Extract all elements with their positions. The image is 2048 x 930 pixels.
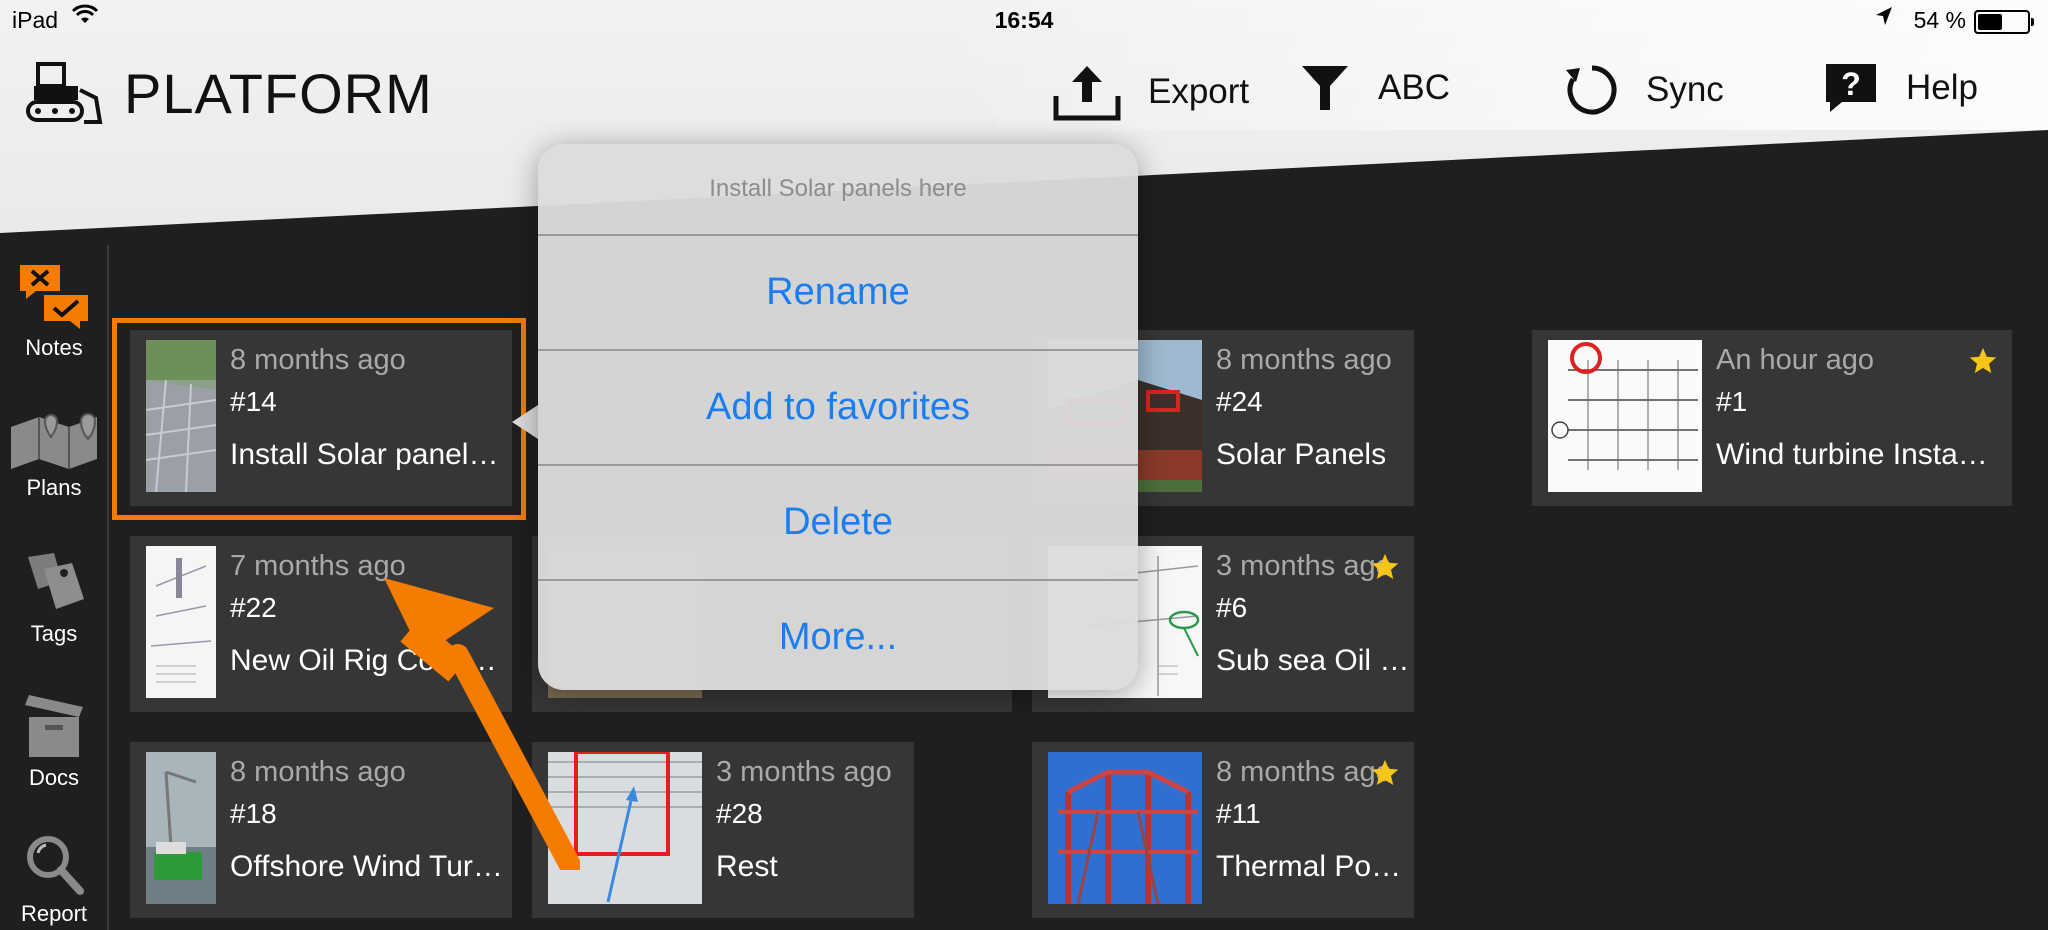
note-title: Solar Panels [1216, 438, 1387, 471]
note-number: #28 [716, 798, 763, 829]
note-time: An hour ago [1716, 344, 1875, 376]
app-title: PLATFORM [124, 61, 433, 125]
sidebar-item-tags[interactable]: Tags [0, 551, 108, 647]
notes-icon [20, 265, 88, 329]
note-thumbnail [146, 752, 216, 904]
app-brand: PLATFORM [24, 60, 433, 126]
sort-label: ABC [1378, 68, 1450, 107]
note-title: Rest [716, 850, 778, 883]
sync-button[interactable]: Sync [1564, 62, 1724, 118]
note-time: 8 months ago [1216, 756, 1392, 788]
favorite-star-icon [1371, 759, 1399, 785]
note-number: #1 [1716, 386, 1748, 417]
export-button[interactable]: Export [1052, 62, 1249, 122]
popover-arrow [512, 405, 538, 439]
note-number: #22 [230, 592, 277, 623]
context-popover: Install Solar panels here Rename Add to … [538, 144, 1138, 690]
note-thumbnail [1548, 340, 1702, 492]
note-thumbnail [1048, 752, 1202, 904]
sync-label: Sync [1646, 70, 1724, 109]
battery-percent: 54 % [1913, 7, 1966, 33]
tags-icon [28, 553, 84, 609]
popover-title: Install Solar panels here [538, 144, 1138, 236]
clock: 16:54 [994, 7, 1054, 33]
help-button[interactable]: ? Help [1822, 62, 1978, 114]
location-arrow-icon [1875, 5, 1893, 32]
svg-text:?: ? [1841, 66, 1861, 102]
note-title: Thermal Power Pla… [1216, 850, 1412, 883]
sidebar: Notes Plans Tags Docs Report [0, 245, 109, 930]
status-bar: iPad 16:54 54 % [0, 0, 2048, 40]
note-time: 3 months ago [1216, 550, 1392, 582]
sidebar-item-docs[interactable]: Docs [0, 689, 108, 791]
note-thumbnail [146, 546, 216, 698]
note-title: Wind turbine Insta… [1716, 438, 1988, 471]
sidebar-label-tags: Tags [30, 621, 78, 646]
upload-icon [1053, 66, 1121, 121]
note-card[interactable]: 3 months ago #28 Rest [532, 742, 914, 918]
sidebar-label-plans: Plans [26, 475, 82, 500]
note-number: #6 [1216, 592, 1248, 623]
export-label: Export [1148, 72, 1250, 111]
note-number: #24 [1216, 386, 1263, 417]
rename-menu-item[interactable]: Rename [538, 236, 1138, 351]
more-menu-item[interactable]: More... [538, 581, 1138, 690]
sidebar-item-notes[interactable]: Notes [0, 263, 108, 361]
favorite-star-icon [1371, 553, 1399, 579]
annotation-arrow-icon [384, 578, 580, 870]
filter-icon [1302, 66, 1348, 110]
map-icon [11, 413, 97, 469]
help-bubble-icon: ? [1826, 64, 1876, 112]
sync-icon [1566, 65, 1617, 115]
help-label: Help [1906, 68, 1978, 107]
battery-fill [1978, 14, 2002, 30]
sidebar-label-docs: Docs [28, 765, 80, 790]
sort-filter-button[interactable]: ABC [1300, 62, 1450, 114]
note-card[interactable]: 8 months ago #11 Thermal Power Pla… [1032, 742, 1414, 918]
note-title: Sub sea Oil Link [1216, 644, 1412, 677]
sidebar-label-notes: Notes [25, 335, 83, 360]
box-icon [25, 695, 83, 757]
note-card[interactable]: An hour ago #1 Wind turbine Insta… [1532, 330, 2012, 506]
selected-card-highlight [112, 318, 526, 520]
sidebar-label-report: Report [20, 901, 88, 926]
sidebar-item-report[interactable]: Report [0, 833, 108, 927]
note-number: #11 [1216, 798, 1261, 829]
battery-icon [1974, 10, 2034, 34]
note-time: 3 months ago [716, 756, 892, 788]
bulldozer-logo-icon [26, 62, 103, 124]
magnifier-icon [27, 836, 84, 895]
sidebar-item-plans[interactable]: Plans [0, 413, 108, 501]
delete-menu-item[interactable]: Delete [538, 466, 1138, 581]
favorite-star-icon [1969, 347, 1997, 373]
add-to-favorites-menu-item[interactable]: Add to favorites [538, 351, 1138, 466]
note-time: 8 months ago [1216, 344, 1392, 376]
note-number: #18 [230, 798, 277, 829]
